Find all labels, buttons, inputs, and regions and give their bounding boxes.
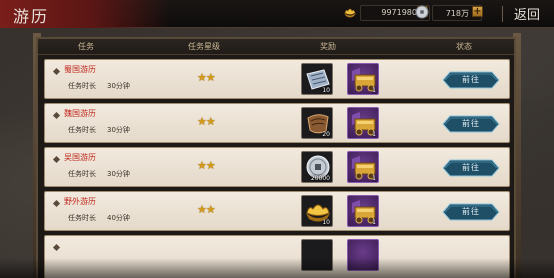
title-banner: 游历 (0, 0, 170, 28)
gold-ingot-icon (344, 8, 356, 18)
back-button[interactable]: 返回 (502, 3, 554, 25)
task-row: 魏国游历 任务时长 30分钟 ★★ 20 1 前往 (44, 103, 510, 143)
duration-label: 任务时长 (68, 214, 96, 222)
go-button[interactable]: 前往 (442, 71, 500, 89)
reward-count: 1 (372, 219, 376, 226)
duration-label: 任务时长 (68, 82, 96, 90)
duration-label: 任务时长 (68, 126, 96, 134)
reward-slot[interactable]: 10 (301, 63, 333, 95)
reward-slot[interactable]: 10 (301, 195, 333, 227)
go-button[interactable]: 前往 (442, 159, 500, 177)
task-name: 野外游历 (64, 197, 96, 206)
duration-value: 30分钟 (107, 126, 130, 134)
task-row: 蜀国游历 任务时长 30分钟 ★★ 10 1 前往 (44, 59, 510, 99)
task-name: 吴国游历 (64, 153, 96, 162)
silver-value: 718万 (445, 9, 469, 18)
star-rating: ★★ (197, 115, 216, 128)
go-label: 前往 (462, 207, 480, 216)
star-rating: ★★ (197, 71, 216, 84)
gold-value: 9971980 (381, 8, 417, 17)
go-button[interactable]: 前往 (442, 203, 500, 221)
reward-slot[interactable]: 1 (347, 195, 379, 227)
travel-task-panel: 任务 任务星级 奖励 状态 蜀国游历 任务时长 30分钟 ★★ 10 1 前往 … (36, 37, 516, 278)
bullet-icon (52, 199, 61, 208)
bullet-icon (52, 155, 61, 164)
reward-slot[interactable]: 1 (347, 63, 379, 95)
column-status: 状态 (456, 42, 472, 51)
star-rating: ★★ (197, 203, 216, 216)
duration-value: 30分钟 (107, 170, 130, 178)
duration-value: 30分钟 (107, 82, 130, 90)
reward-count: 20000 (310, 175, 330, 182)
column-reward: 奖励 (320, 42, 336, 51)
duration-label: 任务时长 (68, 170, 96, 178)
back-label: 返回 (514, 8, 541, 23)
reward-count: 1 (372, 87, 376, 94)
go-label: 前往 (462, 163, 480, 172)
column-task: 任务 (78, 42, 94, 51)
task-row: 野外游历 任务时长 40分钟 ★★ 10 1 前往 (44, 191, 510, 231)
bullet-icon (52, 67, 61, 76)
bullet-icon (52, 111, 61, 120)
bottom-fade (0, 258, 554, 278)
star-rating: ★★ (197, 159, 216, 172)
task-row: 吴国游历 任务时长 30分钟 ★★ 20000 1 前往 (44, 147, 510, 187)
reward-count: 10 (322, 87, 330, 94)
task-name: 魏国游历 (64, 109, 96, 118)
reward-count: 1 (372, 175, 376, 182)
column-star-rating: 任务星级 (188, 42, 220, 51)
silver-coin-icon (415, 5, 429, 19)
reward-slot[interactable]: 1 (347, 151, 379, 183)
divider (502, 6, 503, 22)
task-name: 蜀国游历 (64, 65, 96, 74)
go-label: 前往 (462, 75, 480, 84)
reward-count: 20 (322, 131, 330, 138)
top-bar: 游历 9971980 + 718万 + 返回 (0, 0, 554, 28)
add-silver-button[interactable]: + (472, 6, 483, 17)
reward-slot[interactable]: 1 (347, 107, 379, 139)
reward-slot[interactable]: 20000 (301, 151, 333, 183)
table-header: 任务 任务星级 奖励 状态 (38, 39, 514, 55)
duration-value: 40分钟 (107, 214, 130, 222)
reward-count: 10 (322, 219, 330, 226)
reward-count: 1 (372, 131, 376, 138)
bullet-icon (52, 243, 61, 252)
go-label: 前往 (462, 119, 480, 128)
page-title: 游历 (13, 7, 50, 26)
go-button[interactable]: 前往 (442, 115, 500, 133)
reward-slot[interactable]: 20 (301, 107, 333, 139)
